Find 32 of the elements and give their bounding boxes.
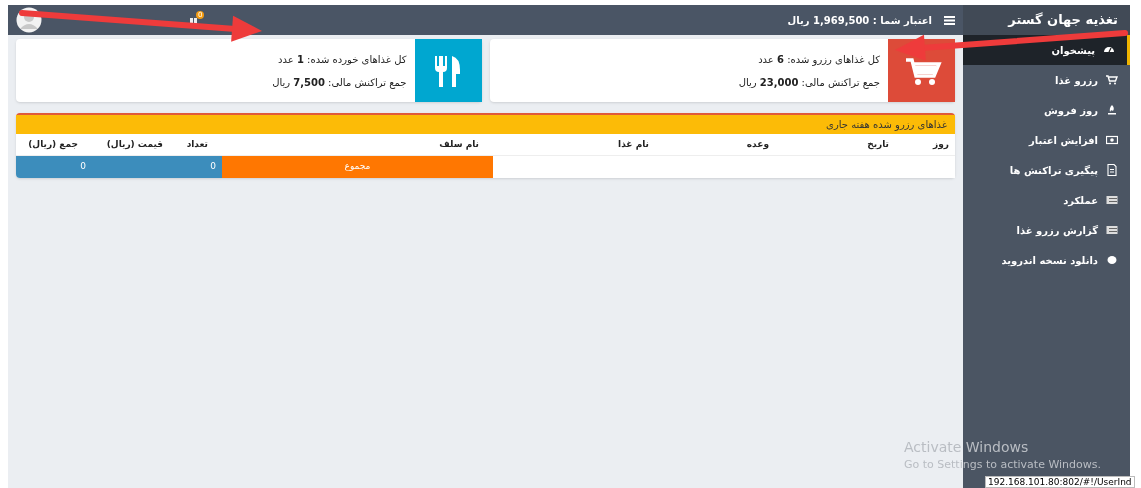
sidebar-item[interactable]: رزرو غذا [963,65,1130,95]
column-header: نام سلف [438,137,480,152]
panel-title: غذاهای رزرو شده هفته جاری [826,118,947,132]
sidebar-item[interactable]: گزارش رزرو غذا [963,215,1130,245]
cart-icon [1106,74,1118,86]
flame-icon [1106,104,1118,116]
total-label: مجموع [344,160,371,174]
sidebar-item[interactable]: عملکرد [963,185,1130,215]
document-icon [1106,164,1118,176]
android-icon [1106,254,1118,266]
column-header: تاریخ [866,137,890,152]
brand-title: تغذیه جهان گستر [1008,11,1118,30]
column-header: وعده [745,137,770,152]
column-header: نام غذا [617,137,650,152]
list-icon [1106,224,1118,236]
menu-icon[interactable] [944,15,955,25]
column-header: جمع (ریال) [27,137,79,152]
column-header: تعداد [185,137,209,151]
sidebar-item[interactable]: افزایش اعتبار [963,125,1130,155]
column-header: قیمت (ریال) [105,137,164,152]
credit-text: اعتبار شما : 1,969,500 ریال [787,13,932,28]
sidebar-item[interactable]: روز فروش [963,95,1130,125]
list-icon [1106,194,1118,206]
sidebar-item[interactable]: پیگیری تراکنش ها [963,155,1130,185]
column-header: روز [931,137,950,152]
total-sum: 0 [79,160,87,174]
grid-icon[interactable] [190,18,198,24]
banknote-icon [1106,134,1118,146]
sidebar-item[interactable]: دانلود نسخه اندروید [963,245,1130,275]
total-count: 0 [209,160,217,174]
status-url: 192.168.101.80:802/#!/UserInd [985,476,1135,488]
avatar-icon[interactable] [16,7,42,33]
